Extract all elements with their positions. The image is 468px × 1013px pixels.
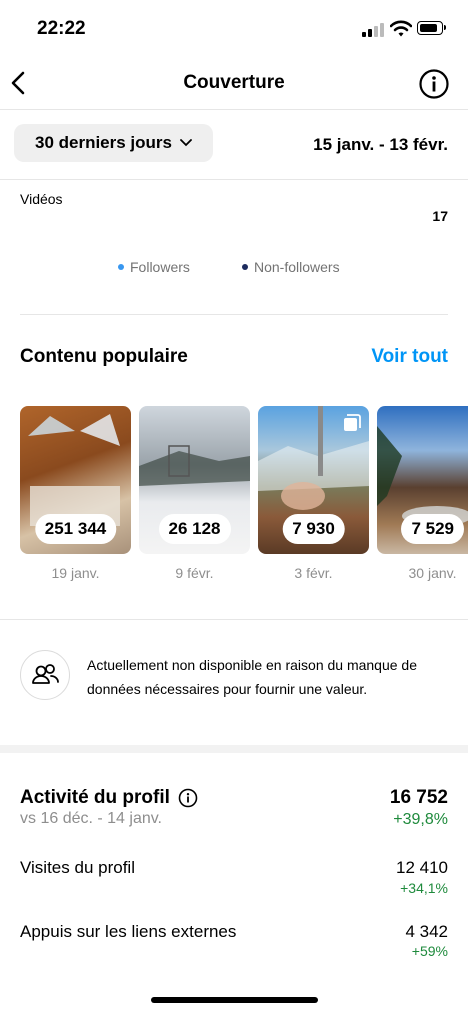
people-icon: [32, 664, 59, 684]
profile-activity-title: Activité du profil: [20, 787, 198, 809]
videos-divider: [20, 314, 448, 315]
legend-non-followers: Non-followers: [242, 259, 340, 275]
page-title: Couverture: [183, 72, 285, 93]
comparison-period: vs 16 déc. - 14 janv.: [20, 810, 162, 827]
date-range: 15 janv. - 13 févr.: [313, 135, 448, 154]
notice-text: Actuellement non disponible en raison du…: [87, 657, 418, 697]
popular-divider: [0, 619, 468, 620]
legend-non-followers-label: Non-followers: [254, 259, 340, 275]
metric-value: 4 342: [405, 922, 448, 941]
post-reach-count: 251 344: [34, 514, 117, 544]
info-icon[interactable]: [418, 68, 450, 100]
profile-activity-total: 16 752: [389, 787, 448, 808]
popular-content-title: Contenu populaire: [20, 346, 188, 367]
post-thumbnail[interactable]: 251 344: [20, 406, 131, 554]
metric-value: 12 410: [396, 858, 448, 877]
battery-icon: [417, 21, 446, 35]
period-dropdown[interactable]: 30 derniers jours: [14, 124, 213, 162]
followers-dot: [118, 264, 124, 270]
post-date: 3 févr.: [294, 565, 333, 581]
post-reach-count: 26 128: [158, 514, 231, 544]
post-reach-count: 7 529: [401, 514, 464, 544]
post-thumbnail[interactable]: 26 128: [139, 406, 250, 554]
legend-followers-label: Followers: [130, 259, 190, 275]
videos-label: Vidéos: [20, 191, 63, 207]
chevron-down-icon: [180, 139, 192, 147]
header-divider: [0, 109, 468, 110]
metric-label: Visites du profil: [20, 858, 135, 877]
filter-divider: [0, 179, 468, 180]
status-time: 22:22: [37, 18, 86, 39]
section-separator: [0, 745, 468, 753]
post-date: 19 janv.: [51, 565, 100, 581]
profile-activity-label: Activité du profil: [20, 787, 170, 808]
post-thumbnail[interactable]: 7 529: [377, 406, 468, 554]
info-icon[interactable]: [178, 788, 198, 808]
non-followers-dot: [242, 264, 248, 270]
profile-activity-change: +39,8%: [393, 811, 448, 828]
metric-change: +34,1%: [400, 880, 448, 896]
home-indicator[interactable]: [151, 997, 318, 1003]
post-reach-count: 7 930: [282, 514, 345, 544]
cellular-signal-icon: [362, 23, 384, 37]
post-thumbnail[interactable]: 7 930: [258, 406, 369, 554]
carousel-icon: [344, 414, 361, 431]
see-all-link[interactable]: Voir tout: [371, 346, 448, 368]
post-date: 30 janv.: [408, 565, 457, 581]
videos-count: 17: [432, 208, 448, 224]
post-date: 9 févr.: [175, 565, 214, 581]
metric-label: Appuis sur les liens externes: [20, 922, 237, 941]
legend-followers: Followers: [118, 259, 190, 275]
metric-change: +59%: [411, 943, 448, 959]
period-label: 30 derniers jours: [34, 133, 172, 152]
notice-people-icon: [20, 650, 70, 700]
wifi-icon: [390, 20, 412, 37]
